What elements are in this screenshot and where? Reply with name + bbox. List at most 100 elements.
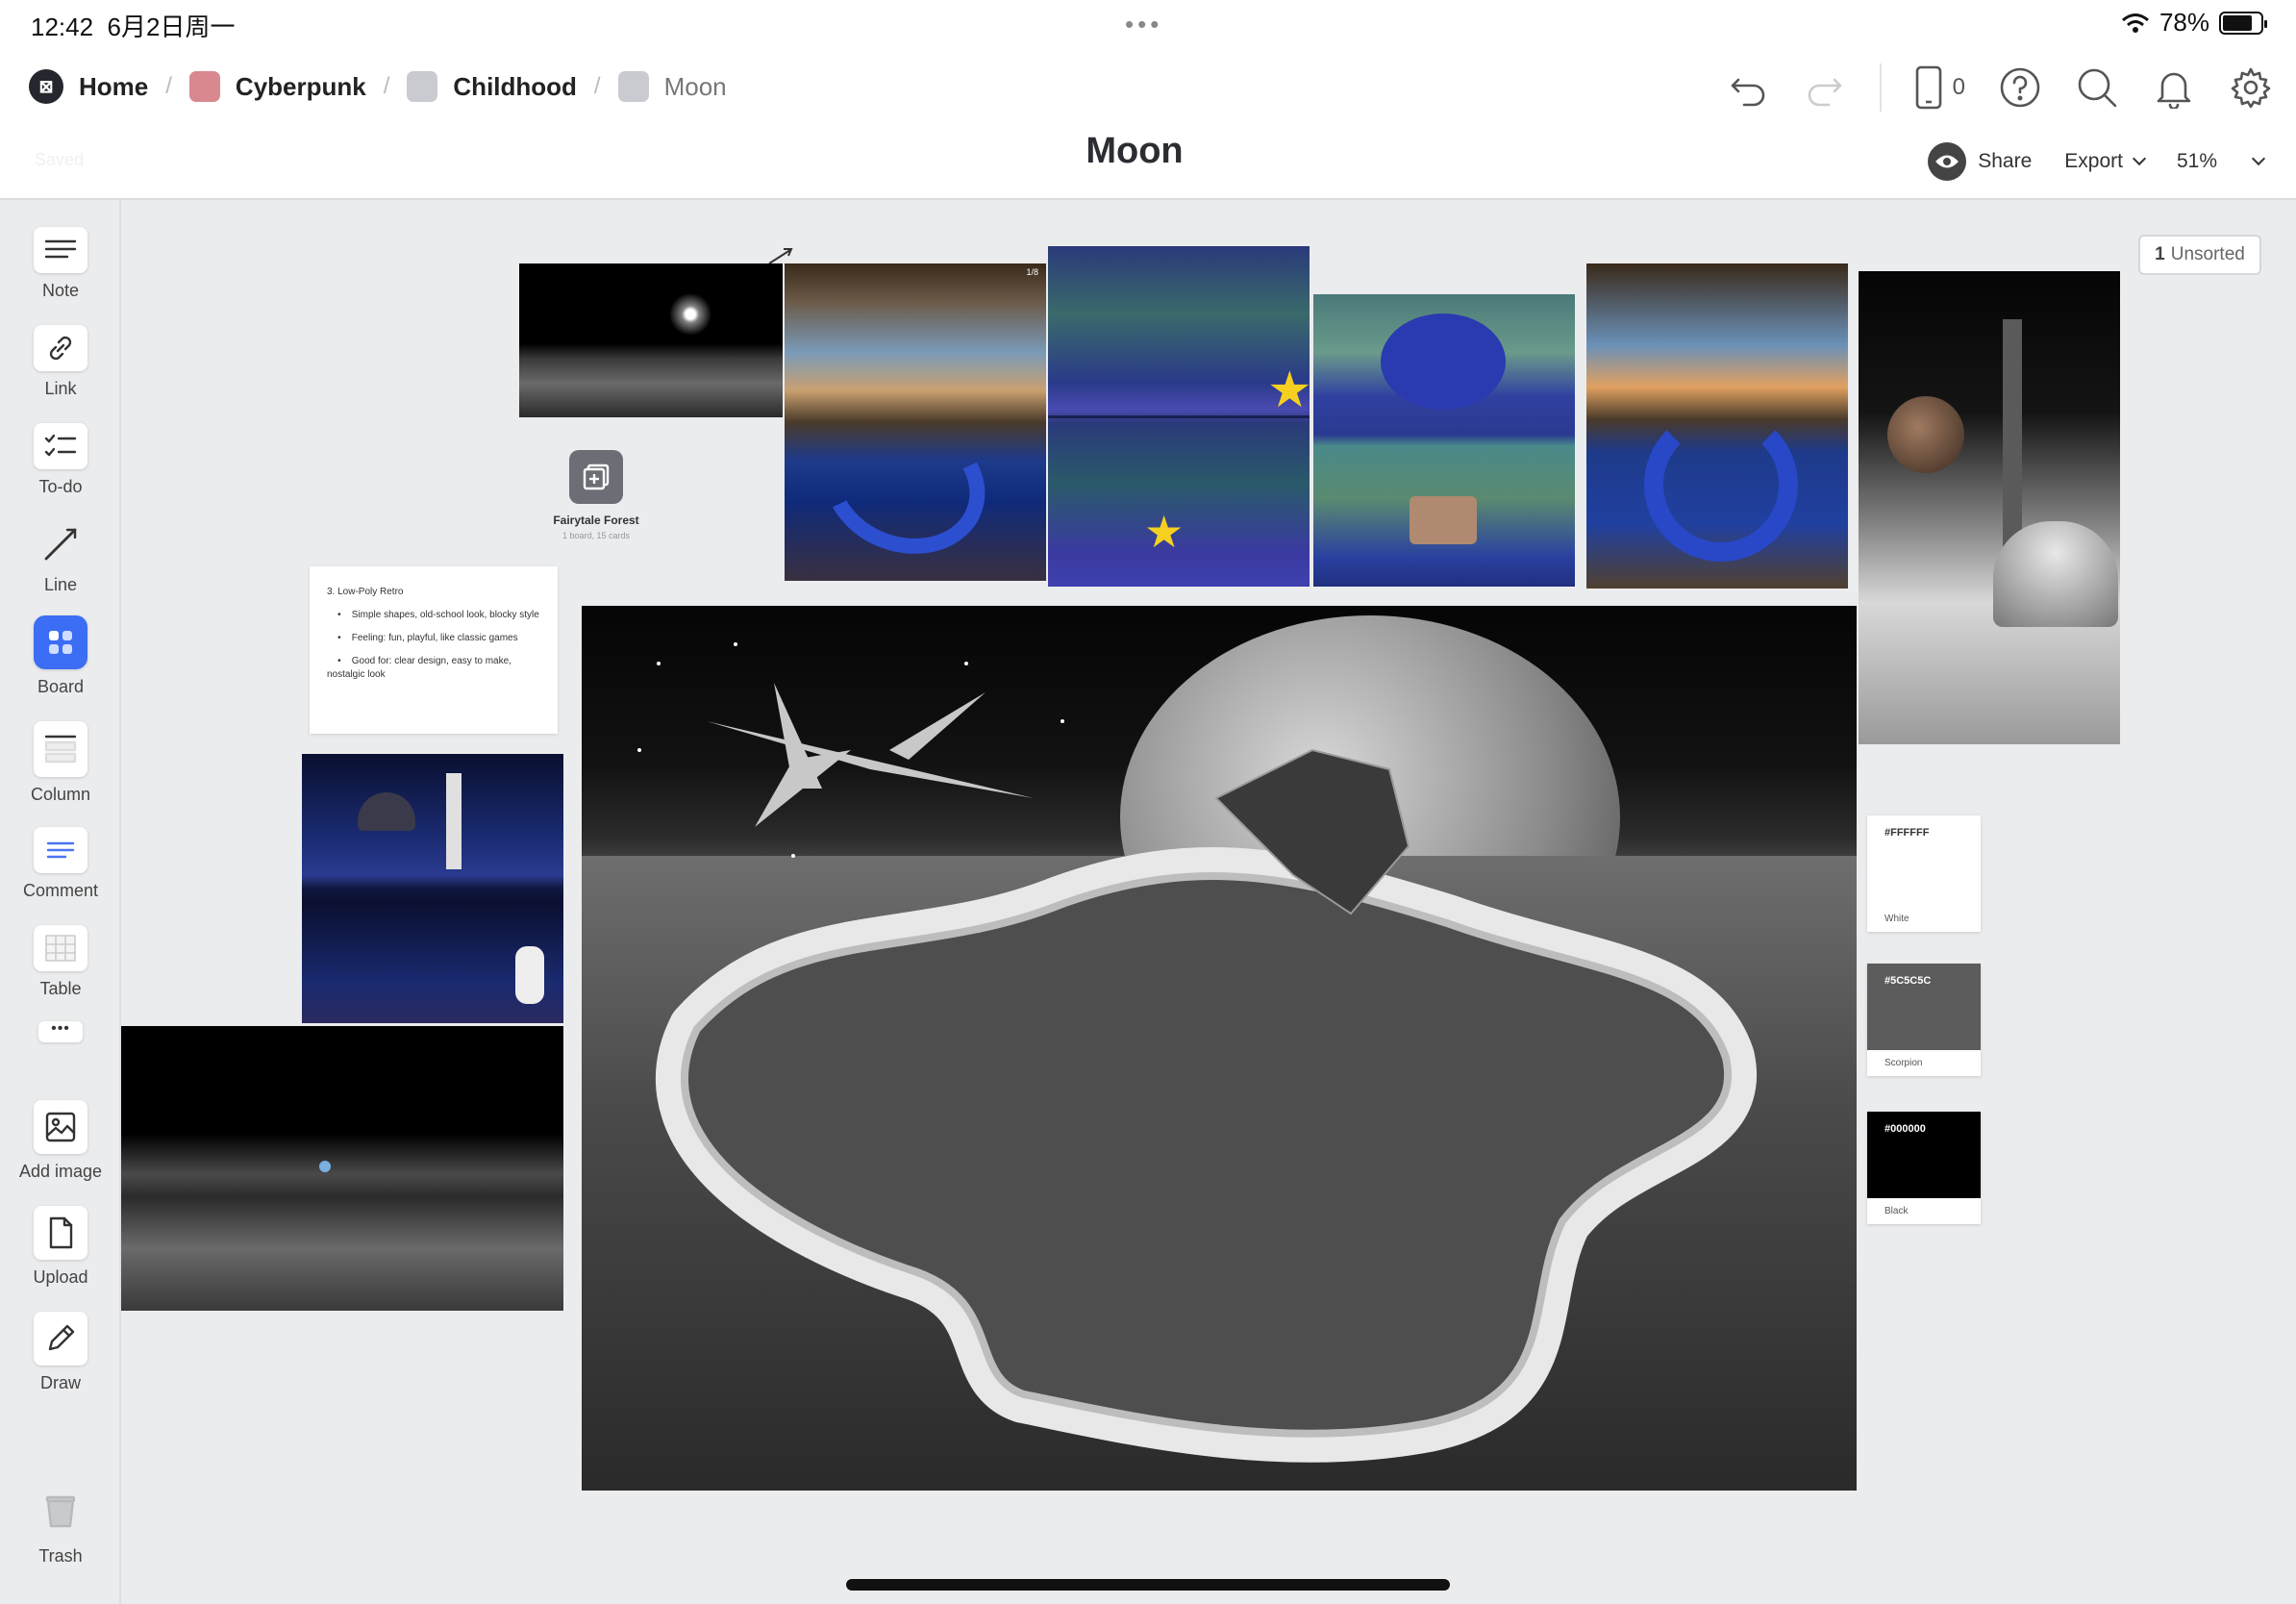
breadcrumb-home[interactable]: ⊠ Home [29,69,148,104]
image-counter: 1/8 [1026,267,1038,277]
note-bullet: • Feeling: fun, playful, like classic ga… [327,633,518,643]
status-time: 12:42 6月2日周一 [31,13,236,41]
undo-icon [1731,78,1764,107]
color-name: White [1884,914,1909,924]
board-card-fairytale-forest[interactable]: Fairytale Forest 1 board, 15 cards [519,450,673,540]
tool-draw[interactable]: Draw [0,1312,121,1393]
dome-shape [1993,521,2118,627]
board-card-subtitle: 1 board, 15 cards [562,531,631,540]
board-color-icon [617,71,649,102]
racetrack-shape [637,642,1757,1463]
note-bullet: • Good for: clear design, easy to make, … [327,656,512,680]
note-bullet: • Simple shapes, old-school look, blocky… [327,610,539,620]
image-card-space-toys[interactable] [302,754,563,1023]
color-swatch: #FFFFFF [1867,815,1981,906]
tool-sidebar: Note Link To-do Line Board Column Commen… [0,200,121,1604]
home-logo-icon: ⊠ [29,69,63,104]
board-color-icon [407,71,438,102]
undo-button[interactable] [1726,65,1770,110]
board-icon [34,615,87,669]
tool-trash[interactable]: Trash [0,1485,121,1566]
help-button[interactable] [1998,65,2042,110]
unsorted-button[interactable]: 1 Unsorted [2138,235,2261,275]
board-card-title: Fairytale Forest [553,514,639,527]
tool-line[interactable]: Line [0,521,121,595]
color-card-white[interactable]: #FFFFFF White [1867,815,1981,932]
gear-icon [2231,67,2271,109]
bell-icon [2157,72,2191,109]
image-icon [34,1100,87,1154]
rocket-tower-shape [2003,319,2022,550]
battery-percent: 78% [2159,8,2209,37]
home-indicator[interactable] [846,1579,1450,1591]
star-icon: ★ [1267,363,1310,418]
planet-shape [1887,396,1964,473]
tool-add-image[interactable]: Add image [0,1100,121,1182]
file-icon [34,1206,87,1260]
share-button[interactable]: Share [1928,142,2032,181]
image-card-moon-base[interactable] [1859,271,2120,744]
header: ⊠ Home / Cyberpunk / Childhood / Moon Sa… [0,46,2296,200]
battery-icon [2219,11,2267,35]
image-card-moon-horizon[interactable] [519,263,783,417]
color-card-scorpion[interactable]: #5C5C5C Scorpion [1867,964,1981,1076]
breadcrumb-moon[interactable]: Moon [617,71,727,102]
color-swatch: #000000 [1867,1112,1981,1198]
export-button[interactable]: Export [2064,150,2147,173]
table-icon [34,925,87,971]
status-bar: 12:42 6月2日周一 ••• 78% [0,0,2296,46]
breadcrumb: ⊠ Home / Cyberpunk / Childhood / Moon [29,69,727,104]
settings-button[interactable] [2229,65,2273,110]
tool-link[interactable]: Link [0,325,121,399]
help-icon [2000,67,2040,108]
note-icon [34,227,87,273]
connector-line[interactable] [767,246,794,265]
image-card-earth-rise[interactable] [121,1026,563,1311]
image-card-blue-moon-hall-2[interactable] [1586,263,1848,589]
note-heading: 3. Low-Poly Retro [327,587,404,597]
status-right: 78% [2121,8,2267,38]
search-icon [2078,68,2117,108]
zoom-select[interactable]: 51% [2177,150,2266,173]
trash-icon [34,1485,87,1539]
tool-board[interactable]: Board [0,615,121,697]
note-card[interactable]: 3. Low-Poly Retro • Simple shapes, old-s… [310,566,558,734]
breadcrumb-cyberpunk[interactable]: Cyberpunk [188,71,366,102]
notifications-button[interactable] [2152,65,2196,110]
image-card-moon-racetrack[interactable] [582,606,1857,1491]
column-icon [34,721,87,777]
tool-todo[interactable]: To-do [0,423,121,497]
color-swatch: #5C5C5C [1867,964,1981,1050]
color-card-black[interactable]: #000000 Black [1867,1112,1981,1224]
color-name: Black [1884,1206,1909,1216]
star-icon: ★ [1144,507,1185,557]
color-name: Scorpion [1884,1058,1923,1068]
tool-comment[interactable]: Comment [0,827,121,901]
tool-table[interactable]: Table [0,925,121,999]
tool-note[interactable]: Note [0,227,121,301]
tool-column[interactable]: Column [0,721,121,805]
view-controls: Share Export 51% [1928,142,2266,181]
more-tools-button[interactable]: ••• [38,1021,83,1042]
comment-icon [34,827,87,873]
redo-icon [1808,78,1841,107]
multitask-dots[interactable]: ••• [1125,10,1162,39]
phone-icon [1915,65,1941,110]
tool-upload[interactable]: Upload [0,1206,121,1288]
header-actions: 0 [1726,63,2273,112]
board-color-icon [188,71,220,102]
chevron-down-icon [2132,151,2147,166]
link-icon [34,325,87,371]
earth-shape [319,1161,331,1172]
breadcrumb-childhood[interactable]: Childhood [407,71,577,102]
search-button[interactable] [2075,65,2119,110]
image-card-astronaut-scenes[interactable]: ★ ★ [1048,246,1310,587]
image-card-cozy-island[interactable] [1313,294,1575,587]
crescent-moon-shape [1644,408,1798,562]
image-card-blue-moon-hall[interactable]: 1/8 [785,263,1046,581]
checklist-icon [34,423,87,469]
pencil-icon [34,1312,87,1366]
device-preview-button[interactable]: 0 [1914,65,1965,110]
arrow-line-icon [34,521,87,567]
redo-button[interactable] [1803,65,1847,110]
